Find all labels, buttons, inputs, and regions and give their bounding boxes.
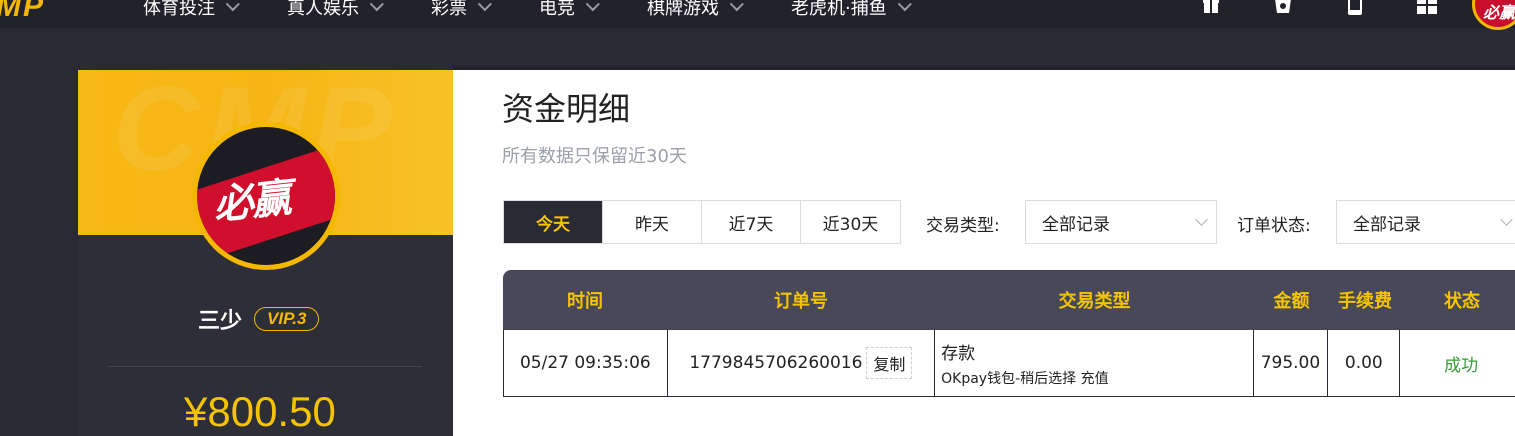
nav-item-card-games[interactable]: 棋牌游戏 bbox=[647, 0, 744, 22]
order-status-select[interactable]: 全部记录 bbox=[1336, 200, 1515, 244]
cell-status: 成功 bbox=[1444, 355, 1479, 376]
page-subtitle: 所有数据只保留近30天 bbox=[502, 146, 687, 167]
username-row: 三少 VIP.3 bbox=[198, 303, 320, 335]
transaction-type-detail: OKpay钱包-稍后选择 充值 bbox=[941, 370, 1109, 387]
nav-item-label: 电竞 bbox=[539, 0, 575, 19]
nav-item-live-casino[interactable]: 真人娱乐 bbox=[287, 0, 384, 22]
logo-text: MP bbox=[0, 0, 45, 23]
table-row: 05/27 09:35:06 1779845706260016 复制 存款 OK… bbox=[503, 330, 1515, 397]
column-header-time: 时间 bbox=[567, 291, 603, 312]
cell-amount: 795.00 bbox=[1254, 330, 1329, 396]
copy-button[interactable]: 复制 bbox=[866, 347, 913, 379]
gift-icon[interactable] bbox=[1198, 0, 1224, 16]
transaction-type: 存款 bbox=[941, 343, 976, 364]
order-status-value: 全部记录 bbox=[1353, 214, 1421, 235]
cell-fee: 0.00 bbox=[1328, 330, 1401, 396]
tab-yesterday[interactable]: 昨天 bbox=[603, 201, 702, 243]
column-header-fee: 手续费 bbox=[1338, 291, 1392, 312]
order-number: 1779845706260016 bbox=[689, 353, 863, 373]
user-avatar[interactable]: 必赢 bbox=[1472, 0, 1515, 30]
chevron-down-icon bbox=[1195, 213, 1208, 226]
column-header-order-no: 订单号 bbox=[774, 291, 828, 312]
page-title: 资金明细 bbox=[502, 90, 631, 128]
nav-icons bbox=[1198, 0, 1486, 16]
chevron-down-icon bbox=[585, 0, 600, 12]
sidebar-divider bbox=[108, 366, 422, 367]
avatar-logo-text: 必赢 bbox=[1483, 3, 1515, 22]
nav-item-label: 体育投注 bbox=[143, 0, 215, 19]
balance-amount: ¥800.50 bbox=[184, 388, 336, 435]
cell-type: 存款 OKpay钱包-稍后选择 充值 bbox=[935, 330, 1254, 396]
user-sidebar: CMP 必赢 三少 VIP.3 ¥800.50 bbox=[78, 70, 453, 436]
mobile-icon[interactable] bbox=[1342, 0, 1368, 16]
chevron-down-icon bbox=[897, 0, 912, 12]
tab-last-30-days[interactable]: 近30天 bbox=[801, 201, 900, 243]
cell-order-no: 1779845706260016 复制 bbox=[668, 330, 936, 396]
cell-time: 05/27 09:35:06 bbox=[504, 330, 668, 396]
logo[interactable]: MP bbox=[0, 0, 78, 24]
username: 三少 bbox=[198, 309, 243, 334]
nav-item-esports[interactable]: 电竞 bbox=[539, 0, 600, 22]
avatar-logo-text: 必赢 bbox=[211, 175, 292, 229]
nav-item-lottery[interactable]: 彩票 bbox=[431, 0, 492, 22]
nav-item-sports[interactable]: 体育投注 bbox=[143, 0, 240, 22]
table-header: 时间 订单号 交易类型 金额 手续费 状态 bbox=[503, 270, 1515, 330]
nav-item-label: 彩票 bbox=[431, 0, 467, 19]
column-header-type: 交易类型 bbox=[1058, 291, 1131, 312]
nav-menu: 体育投注 真人娱乐 彩票 电竞 棋牌游戏 老虎机·捕鱼 bbox=[143, 0, 959, 22]
funds-detail-panel: 资金明细 所有数据只保留近30天 今天 昨天 近7天 近30天 交易类型: 全部… bbox=[453, 66, 1515, 436]
chevron-down-icon bbox=[477, 0, 492, 12]
tab-last-7-days[interactable]: 近7天 bbox=[702, 201, 801, 243]
vip-badge: VIP.3 bbox=[254, 307, 320, 331]
grid-icon[interactable] bbox=[1414, 0, 1440, 16]
date-range-tabs: 今天 昨天 近7天 近30天 bbox=[503, 200, 901, 244]
profile-avatar: 必赢 bbox=[192, 122, 340, 270]
chevron-down-icon bbox=[729, 0, 744, 12]
transaction-type-select[interactable]: 全部记录 bbox=[1025, 200, 1217, 244]
avatar-image: 必赢 bbox=[197, 127, 335, 265]
nav-item-label: 真人娱乐 bbox=[287, 0, 359, 19]
nav-item-label: 棋牌游戏 bbox=[647, 0, 719, 19]
nav-item-label: 老虎机·捕鱼 bbox=[791, 0, 887, 19]
chevron-down-icon bbox=[225, 0, 240, 12]
transaction-type-value: 全部记录 bbox=[1042, 214, 1110, 235]
order-status-label: 订单状态: bbox=[1237, 216, 1311, 236]
chevron-down-icon bbox=[1500, 213, 1513, 226]
nav-item-slots-fishing[interactable]: 老虎机·捕鱼 bbox=[791, 0, 912, 22]
chevron-down-icon bbox=[369, 0, 384, 12]
column-header-amount: 金额 bbox=[1273, 291, 1310, 312]
transaction-type-label: 交易类型: bbox=[926, 216, 1000, 236]
transactions-table: 时间 订单号 交易类型 金额 手续费 状态 05/27 09:35:06 177… bbox=[503, 270, 1515, 397]
top-nav: MP 体育投注 真人娱乐 彩票 电竞 棋牌游戏 老虎机·捕鱼 必赢 bbox=[0, 0, 1515, 30]
tab-today[interactable]: 今天 bbox=[504, 201, 603, 243]
column-header-status: 状态 bbox=[1444, 291, 1480, 312]
bag-icon[interactable] bbox=[1270, 0, 1296, 16]
